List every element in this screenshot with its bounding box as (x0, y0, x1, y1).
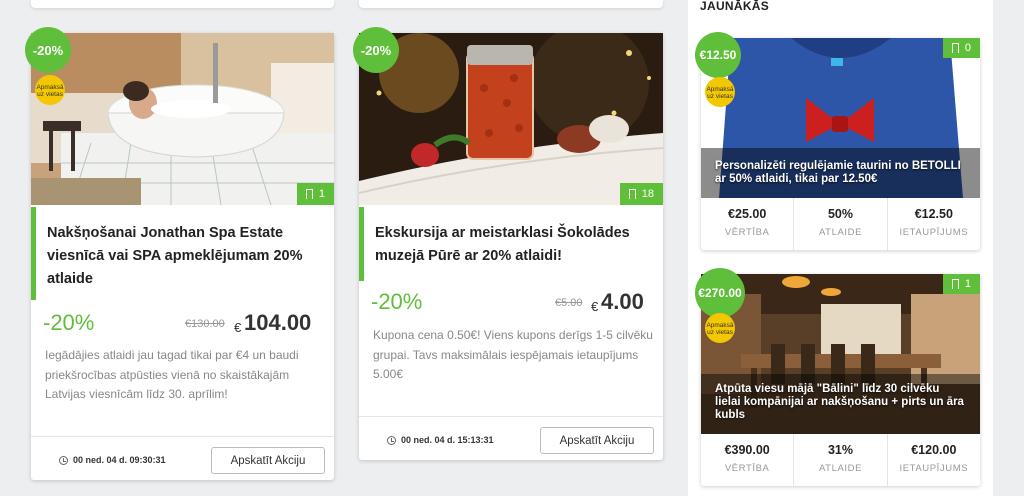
stat-label: IETAUPĪJUMS (899, 227, 969, 238)
stat-value: €25.00 (728, 207, 767, 221)
deal-stats: €390.00 VĒRTĪBA 31% ATLAIDE €120.00 IETA… (701, 434, 980, 486)
old-price: €130.00 (185, 318, 225, 330)
stat-value-cell: €25.00 VĒRTĪBA (701, 198, 795, 250)
deal-discount: -20% (43, 310, 95, 335)
card-footer: 00 ned. 04 d. 09:30:31 Apskatīt Akciju (31, 436, 334, 480)
price-badge: €12.50 (695, 32, 741, 78)
deal-card[interactable]: -20% Apmaksā uz vietas 1 Nakšņošanai Jon… (25, 27, 334, 480)
price-badge: €270.00 (695, 268, 745, 318)
pay-on-site-badge: Apmaksā uz vietas (705, 77, 735, 107)
price-currency: € (234, 320, 242, 335)
bookmark-icon (951, 43, 959, 53)
stat-label: VĒRTĪBA (724, 227, 770, 238)
countdown-timer: 00 ned. 04 d. 09:30:31 (59, 455, 166, 465)
stat-label: VĒRTĪBA (724, 463, 770, 474)
stat-discount-cell: 50% ATLAIDE (794, 198, 888, 250)
discount-badge: -20% (353, 27, 399, 73)
deal-stats: €25.00 VĒRTĪBA 50% ATLAIDE €12.50 IETAUP… (701, 198, 980, 250)
deal-title[interactable]: Ekskursija ar meistarklasi Šokolādes muz… (375, 222, 655, 268)
clock-icon (59, 455, 68, 465)
purchase-count: 0 (942, 38, 980, 58)
stat-savings-cell: €120.00 IETAUPĪJUMS (888, 434, 980, 486)
stat-label: ATLAIDE (818, 463, 863, 474)
stat-value-cell: €390.00 VĒRTĪBA (701, 434, 795, 486)
stat-label: IETAUPĪJUMS (899, 463, 969, 474)
title-accent-bar (359, 207, 364, 281)
bookmark-icon (305, 189, 313, 199)
purchase-count-value: 1 (318, 188, 325, 200)
stat-discount-cell: 31% ATLAIDE (794, 434, 888, 486)
pay-on-site-badge: Apmaksā uz vietas (705, 313, 735, 343)
previous-card-footer (359, 0, 663, 8)
card-footer: 00 ned. 04 d. 15:13:31 Apskatīt Akciju (359, 416, 663, 460)
purchase-count: 1 (296, 183, 334, 205)
stat-value: 50% (827, 207, 853, 221)
bookmark-icon (951, 279, 959, 289)
stat-value: 31% (827, 443, 853, 457)
stat-value: €120.00 (911, 443, 957, 457)
view-deal-button[interactable]: Apskatīt Akciju (211, 447, 325, 474)
bookmark-icon (628, 189, 636, 199)
view-deal-button[interactable]: Apskatīt Akciju (540, 427, 654, 454)
side-deal-caption[interactable]: Personalizēti regulējamie taurini no BET… (715, 160, 966, 186)
pay-on-site-badge: Apmaksā uz vietas (35, 75, 65, 105)
deal-image[interactable] (31, 33, 334, 205)
countdown-value: 00 ned. 04 d. 09:30:31 (73, 455, 166, 465)
purchase-count: 1 (942, 274, 980, 294)
deal-price: 4.00 (601, 289, 644, 314)
stat-savings-cell: €12.50 IETAUPĪJUMS (888, 198, 980, 250)
deal-description: Iegādājies atlaidi jau tagad tikai par €… (45, 348, 299, 401)
side-deal-card[interactable]: Atpūta viesu mājā "Bālini" līdz 30 cilvē… (695, 268, 980, 486)
purchase-count-value: 1 (964, 278, 971, 290)
side-deal-card[interactable]: Personalizēti regulējamie taurini no BET… (695, 32, 980, 250)
countdown-value: 00 ned. 04 d. 15:13:31 (401, 435, 494, 445)
discount-badge: -20% (25, 27, 71, 73)
side-deal-caption[interactable]: Atpūta viesu mājā "Bālini" līdz 30 cilvē… (715, 383, 966, 422)
stat-label: ATLAIDE (818, 227, 863, 238)
title-accent-bar (31, 207, 36, 300)
price-currency: € (591, 299, 599, 314)
side-deal-image[interactable]: Personalizēti regulējamie taurini no BET… (701, 38, 980, 198)
stat-value: €390.00 (724, 443, 770, 457)
deal-image[interactable] (359, 33, 663, 205)
old-price: €5.00 (555, 297, 583, 309)
deal-title[interactable]: Nakšņošanai Jonathan Spa Estate viesnīcā… (47, 222, 322, 291)
deal-card[interactable]: -20% 18 Ekskursija ar meistarklasi Šokol… (353, 27, 663, 460)
deal-discount: -20% (371, 289, 423, 314)
deal-description: Kupona cena 0.50€! Viens kupons derīgs 1… (373, 328, 653, 381)
purchase-count: 18 (619, 183, 663, 205)
clock-icon (387, 435, 396, 445)
stat-value: €12.50 (914, 207, 953, 221)
deal-price: 104.00 (244, 310, 312, 335)
sidebar-title: JAUNĀKĀS (700, 0, 770, 13)
countdown-timer: 00 ned. 04 d. 15:13:31 (387, 435, 494, 445)
purchase-count-value: 18 (641, 188, 654, 200)
previous-card-footer (31, 0, 334, 8)
purchase-count-value: 0 (964, 42, 971, 54)
